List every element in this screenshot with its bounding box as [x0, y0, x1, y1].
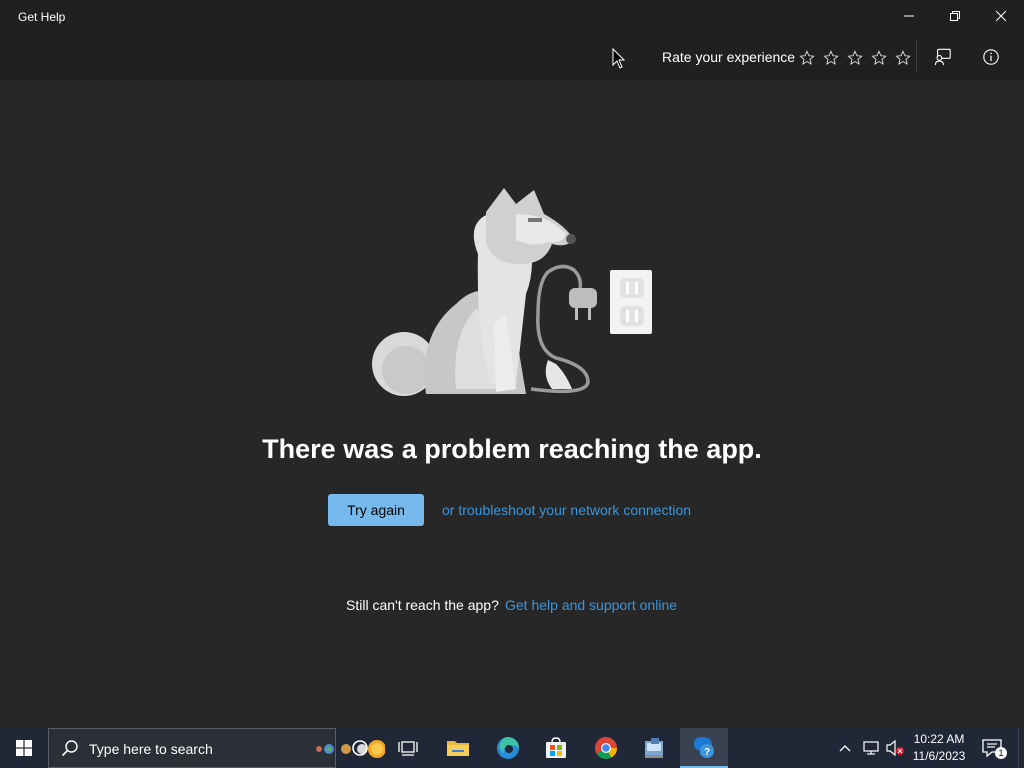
taskbar: Type here to search ? 10:22 AM 11/6/2023… — [0, 728, 1024, 768]
star-5-icon[interactable] — [891, 46, 915, 70]
file-explorer-button[interactable] — [434, 728, 482, 768]
network-icon[interactable] — [862, 740, 880, 756]
task-view-button[interactable] — [384, 728, 432, 768]
star-4-icon[interactable] — [867, 46, 891, 70]
star-2-icon[interactable] — [819, 46, 843, 70]
search-placeholder: Type here to search — [89, 741, 213, 757]
chrome-icon — [595, 737, 617, 759]
close-button[interactable] — [978, 0, 1024, 32]
clock-date: 11/6/2023 — [912, 749, 966, 763]
svg-text:?: ? — [704, 747, 710, 758]
star-1-icon[interactable] — [795, 46, 819, 70]
search-icon — [61, 740, 78, 757]
taskbar-search-box[interactable]: Type here to search — [48, 728, 385, 768]
taskbar-clock[interactable]: 10:22 AM 11/6/2023 — [908, 731, 970, 765]
title-bar[interactable]: Get Help — [0, 0, 1024, 34]
edge-icon — [497, 737, 519, 759]
volume-muted-icon[interactable] — [886, 740, 906, 756]
star-rating[interactable] — [795, 46, 915, 70]
info-button[interactable] — [976, 42, 1006, 72]
feedback-icon — [934, 48, 951, 66]
info-icon — [983, 49, 999, 65]
cortana-button[interactable] — [336, 728, 384, 768]
get-help-taskbar-button[interactable]: ? — [680, 728, 728, 768]
minimize-icon — [904, 15, 914, 17]
toolbar: Rate your experience — [0, 34, 1024, 80]
help-support-online-link[interactable]: Get help and support online — [505, 597, 677, 613]
error-heading: There was a problem reaching the app. — [262, 434, 762, 464]
start-button[interactable] — [0, 728, 48, 768]
windows-logo-icon — [16, 740, 32, 756]
control-panel-button[interactable] — [630, 728, 678, 768]
try-again-button[interactable]: Try again — [328, 494, 424, 526]
clock-time: 10:22 AM — [913, 732, 965, 746]
rate-experience-label: Rate your experience — [662, 49, 796, 65]
cortana-icon — [352, 740, 368, 756]
task-view-icon — [398, 741, 418, 756]
control-panel-icon — [645, 738, 663, 758]
toolbar-divider — [916, 40, 917, 72]
get-help-window: Get Help Rate your experience There was … — [0, 0, 1024, 728]
still-cant-reach-text: Still can't reach the app? — [346, 597, 499, 613]
window-title: Get Help — [18, 10, 66, 24]
restore-icon — [950, 11, 960, 21]
get-help-icon: ? — [694, 737, 714, 758]
restore-button[interactable] — [932, 0, 978, 32]
dog-unplugged-illustration — [372, 188, 652, 396]
feedback-button[interactable] — [928, 42, 958, 72]
microsoft-store-button[interactable] — [532, 728, 580, 768]
store-bag-icon — [546, 737, 566, 758]
close-icon — [996, 11, 1006, 21]
folder-icon — [447, 741, 469, 756]
show-hidden-icons-chevron-icon[interactable] — [838, 740, 852, 756]
troubleshoot-network-link[interactable]: or troubleshoot your network connection — [442, 502, 691, 518]
notification-count-badge: 1 — [995, 747, 1007, 759]
show-desktop-button[interactable] — [1018, 728, 1024, 768]
star-3-icon[interactable] — [843, 46, 867, 70]
edge-button[interactable] — [484, 728, 532, 768]
minimize-button[interactable] — [886, 0, 932, 32]
mouse-cursor-icon — [612, 48, 626, 69]
chrome-button[interactable] — [582, 728, 630, 768]
